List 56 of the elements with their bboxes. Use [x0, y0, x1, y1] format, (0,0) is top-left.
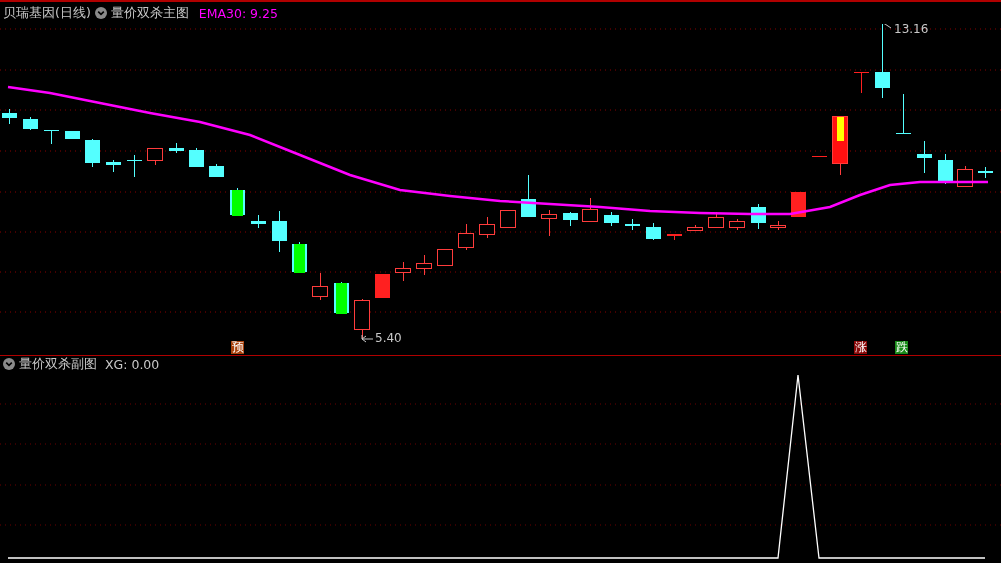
candlestick	[375, 273, 390, 299]
candlestick	[458, 223, 474, 251]
candlestick	[978, 166, 993, 179]
low-price-label: 5.40	[375, 331, 402, 345]
candlestick	[292, 241, 307, 273]
candlestick	[812, 155, 827, 158]
candlestick	[521, 174, 536, 218]
candlestick	[189, 147, 204, 168]
candlestick	[127, 154, 142, 178]
indicator-name: 量价双杀副图	[19, 355, 97, 373]
candlestick	[85, 138, 100, 168]
candlestick	[729, 218, 745, 231]
signal-marker: 涨	[854, 341, 867, 354]
candlestick	[667, 233, 682, 241]
candlestick	[65, 130, 80, 140]
candlestick	[938, 153, 953, 185]
candlestick	[770, 220, 786, 231]
candlestick	[646, 222, 661, 241]
candlestick	[169, 142, 184, 154]
candlestick	[854, 71, 869, 94]
signal-marker: 预	[231, 341, 244, 354]
candlestick	[147, 147, 163, 166]
candlestick	[2, 108, 17, 125]
candlestick	[251, 214, 266, 229]
ema-value: EMA30: 9.25	[198, 5, 278, 21]
indicator-name: 量价双杀主图	[110, 4, 189, 22]
candlestick	[106, 159, 121, 173]
signal-marker: 跌	[895, 341, 908, 354]
high-price-label: 13.16	[894, 22, 929, 36]
candlestick	[312, 272, 328, 301]
candlestick	[896, 93, 911, 135]
candlestick	[604, 211, 619, 227]
dropdown-icon[interactable]	[3, 358, 15, 370]
stock-title: 贝瑞基因(日线)	[3, 4, 91, 22]
candlestick	[625, 218, 640, 231]
candlestick	[832, 115, 848, 176]
xg-value: XG: 0.00	[105, 356, 160, 372]
candlestick	[687, 224, 703, 232]
candlestick	[272, 210, 287, 253]
candlestick	[479, 216, 495, 239]
candlestick	[416, 254, 432, 276]
candlestick	[230, 187, 245, 216]
candlestick	[500, 209, 516, 228]
candlestick	[917, 140, 932, 174]
dropdown-icon[interactable]	[94, 7, 107, 19]
candlestick	[395, 261, 411, 282]
candlestick	[563, 211, 578, 227]
candlestick	[582, 197, 598, 223]
candlestick	[751, 203, 766, 230]
candlestick	[209, 163, 224, 178]
candlestick	[334, 281, 349, 314]
candlestick	[44, 129, 59, 145]
candlestick	[541, 209, 557, 237]
leader-line	[361, 334, 374, 343]
candlestick	[23, 116, 38, 131]
candlestick	[437, 248, 453, 266]
